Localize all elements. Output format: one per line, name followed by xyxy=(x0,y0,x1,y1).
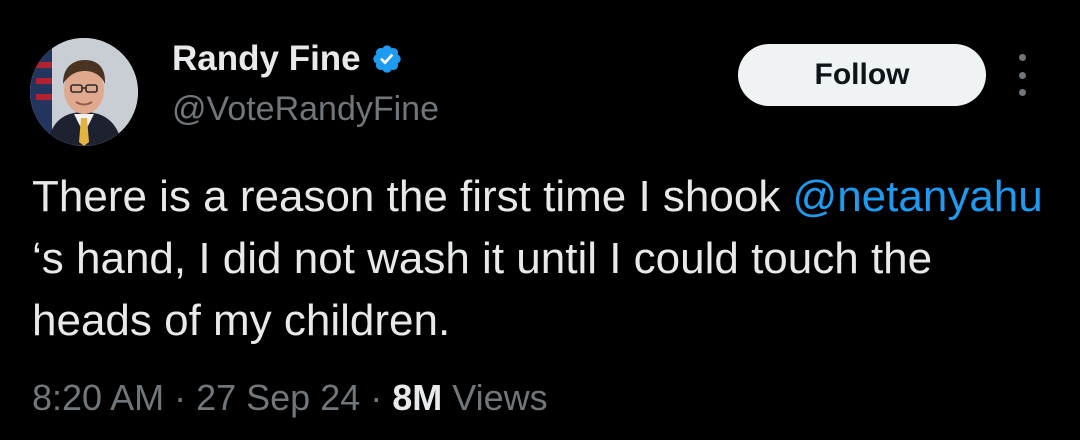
verified-badge-icon xyxy=(372,45,401,73)
more-dot xyxy=(1018,54,1026,61)
tweet-date[interactable]: 27 Sep 24 xyxy=(196,377,360,418)
avatar[interactable] xyxy=(30,38,138,146)
tweet-text-part: ‘s hand, I did not wash it until I could… xyxy=(32,234,933,345)
mention-link[interactable]: @netanyahu xyxy=(793,172,1043,221)
more-vertical-icon[interactable] xyxy=(1010,54,1034,96)
more-dot xyxy=(1018,89,1026,96)
author-name-row: Randy Fine xyxy=(172,38,403,80)
views-label: Views xyxy=(442,377,548,418)
views-count: 8M xyxy=(392,377,443,418)
tweet-text: There is a reason the first time I shook… xyxy=(32,166,1052,352)
meta-separator: · xyxy=(360,377,393,418)
more-dot xyxy=(1018,71,1026,79)
tweet-text-part: There is a reason the first time I shook xyxy=(32,172,793,221)
tweet-card: Randy Fine @VoteRandyFine Follow There i… xyxy=(0,0,1080,440)
tweet-meta: 8:20 AM · 27 Sep 24 · 8M Views xyxy=(32,374,548,422)
author-handle[interactable]: @VoteRandyFine xyxy=(172,88,439,130)
author-display-name[interactable]: Randy Fine xyxy=(172,38,361,80)
follow-button[interactable]: Follow xyxy=(738,44,986,106)
profile-photo-icon xyxy=(30,38,138,146)
meta-separator: · xyxy=(164,377,197,418)
tweet-time[interactable]: 8:20 AM xyxy=(32,377,164,418)
